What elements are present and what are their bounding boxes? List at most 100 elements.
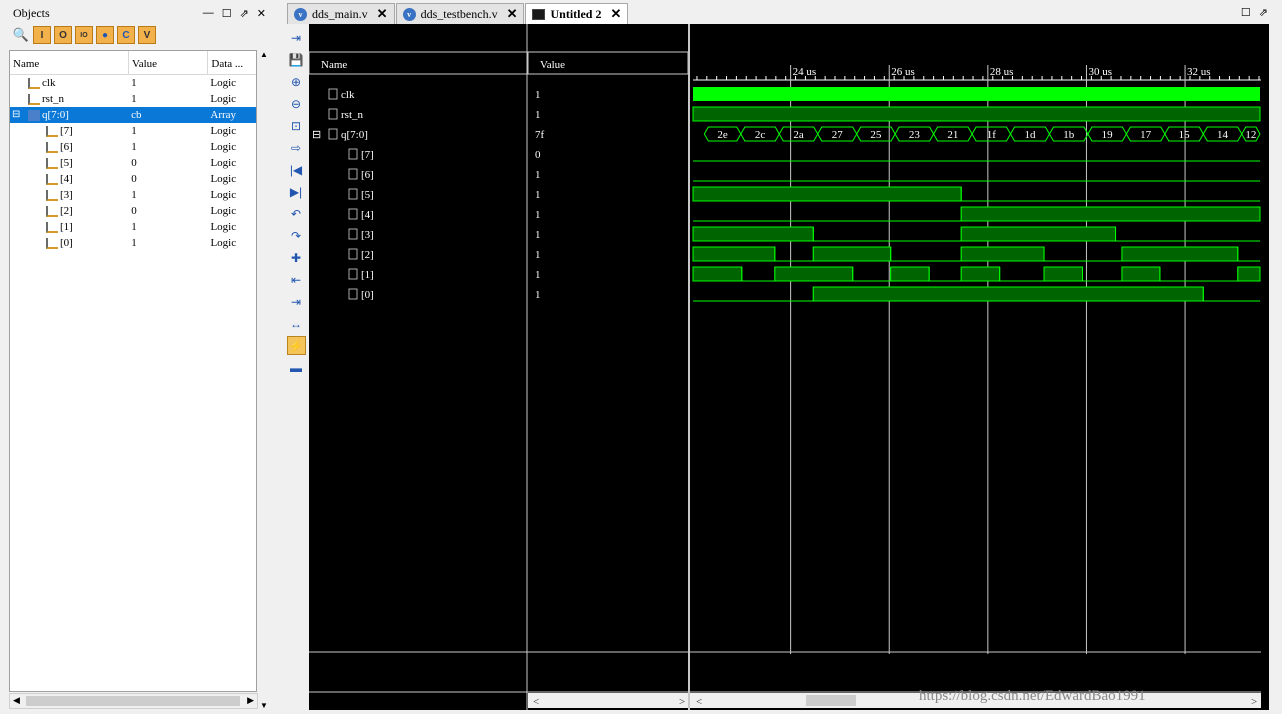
logic-signal-icon	[348, 288, 358, 300]
logic-signal-icon	[46, 141, 58, 153]
ruler-label: 24 us	[793, 66, 817, 78]
maximize-icon[interactable]: ☐	[1241, 6, 1251, 19]
objects-row[interactable]: [3] 1 Logic	[10, 187, 256, 203]
zoom-out-icon[interactable]: ⊖	[287, 94, 306, 113]
collapse-icon[interactable]: ⊟	[12, 109, 20, 120]
tab-dds-testbench-v[interactable]: v dds_testbench.v ✕	[395, 3, 525, 24]
go-to-cursor-icon[interactable]: ⇨	[287, 138, 306, 157]
bus-value-label: 12	[1245, 129, 1256, 141]
wave-signal-value: 1	[535, 89, 541, 101]
close-icon[interactable]: ✕	[257, 7, 266, 20]
inout-icon[interactable]: IO	[75, 26, 93, 44]
objects-row[interactable]: [5] 0 Logic	[10, 155, 256, 171]
previous-transition-icon[interactable]: ↶	[287, 204, 306, 223]
objects-horizontal-scrollbar[interactable]: ◀ ▶	[9, 693, 258, 709]
signal-name: [5]	[60, 157, 73, 169]
wave-signal-value: 1	[535, 249, 541, 261]
column-header-data-type[interactable]: Data ...	[208, 51, 256, 75]
go-to-start-icon[interactable]: |◀	[287, 160, 306, 179]
scrollbar-thumb[interactable]	[26, 696, 240, 706]
logic-signal-icon	[46, 189, 58, 201]
column-header-value[interactable]: Value	[129, 51, 209, 75]
maximize-icon[interactable]: ☐	[222, 7, 232, 20]
logic-signal-icon	[46, 157, 58, 169]
floating-ruler-icon[interactable]: ▬	[287, 358, 306, 377]
objects-toolbar: 🔍 I O IO ● C V	[8, 24, 272, 46]
objects-row[interactable]: clk 1 Logic	[10, 75, 256, 91]
collapse-panel-icon[interactable]: ⇥	[287, 28, 306, 47]
objects-row-name-cell: ⊟ q[7:0]	[10, 109, 129, 121]
tab-dds-main-v[interactable]: v dds_main.v ✕	[287, 3, 395, 24]
wave-signal-name: [1]	[361, 269, 374, 281]
swap-cursors-icon[interactable]: ↔	[287, 314, 306, 333]
float-icon[interactable]: ⇗	[1259, 6, 1268, 19]
objects-row[interactable]: [0] 1 Logic	[10, 235, 256, 251]
signal-data-type: Logic	[210, 221, 237, 233]
objects-row[interactable]: [4] 0 Logic	[10, 171, 256, 187]
search-icon[interactable]: 🔍	[12, 26, 30, 44]
objects-vertical-scrollbar[interactable]: ▲ ▼	[258, 50, 272, 710]
objects-panel-title: Objects	[13, 5, 50, 20]
next-transition-icon[interactable]: ↷	[287, 226, 306, 245]
objects-row-name-cell: [1]	[10, 221, 129, 233]
wave-signal-value: 1	[535, 229, 541, 241]
close-tab-icon[interactable]: ✕	[610, 6, 621, 22]
snap-to-transition-icon[interactable]: ⚡	[286, 336, 306, 355]
bit-high-segment	[1121, 266, 1161, 282]
close-tab-icon[interactable]: ✕	[507, 6, 518, 22]
tab-untitled-2[interactable]: Untitled 2 ✕	[525, 3, 629, 24]
objects-panel: Objects — ☐ ⇗ ✕ 🔍 I O IO ● C V Name Valu…	[0, 0, 275, 714]
logic-signal-icon	[28, 77, 40, 89]
add-marker-icon[interactable]: ✚	[287, 248, 306, 267]
bus-value-label: 1d	[1024, 129, 1036, 141]
objects-row[interactable]: ⊟ q[7:0] cb Array	[10, 107, 256, 123]
variable-icon[interactable]: V	[138, 26, 156, 44]
value-horizontal-scrollbar[interactable]	[528, 693, 688, 708]
zoom-fit-icon[interactable]: ⊡	[287, 116, 306, 135]
minimize-icon[interactable]: —	[203, 7, 214, 20]
signal-data-type: Logic	[210, 77, 237, 89]
logic-signal-icon	[46, 125, 58, 137]
bit-high-segment	[1121, 246, 1239, 262]
objects-row[interactable]: [2] 0 Logic	[10, 203, 256, 219]
objects-row[interactable]: [1] 1 Logic	[10, 219, 256, 235]
objects-row[interactable]: rst_n 1 Logic	[10, 91, 256, 107]
logic-signal-icon	[46, 205, 58, 217]
objects-row[interactable]: [7] 1 Logic	[10, 123, 256, 139]
waveform-canvas[interactable]: Name Value 24 us 26 us 28 us 30 us 32 us clk 1 rs…	[308, 24, 1269, 710]
next-marker-icon[interactable]: ⇥	[287, 292, 306, 311]
output-icon[interactable]: O	[54, 26, 72, 44]
bus-signal-icon	[328, 128, 338, 140]
tab-label: Untitled 2	[550, 6, 602, 21]
objects-row-name-cell: [4]	[10, 173, 129, 185]
constant-icon[interactable]: C	[117, 26, 135, 44]
signal-name: clk	[42, 77, 56, 89]
rst-n-waveform	[692, 106, 1261, 122]
signal-value: 0	[131, 173, 137, 185]
waveform-svg[interactable]: Name Value 24 us 26 us 28 us 30 us 32 us clk 1 rs…	[308, 24, 1269, 710]
objects-table: Name Value Data ... clk 1 Logic rst_n 1 Logic…	[9, 50, 257, 692]
objects-row[interactable]: [6] 1 Logic	[10, 139, 256, 155]
close-tab-icon[interactable]: ✕	[377, 6, 388, 22]
input-icon[interactable]: I	[33, 26, 51, 44]
go-to-end-icon[interactable]: ▶|	[287, 182, 306, 201]
wave-signal-name: [6]	[361, 169, 374, 181]
bit-high-segment	[692, 246, 776, 262]
previous-marker-icon[interactable]: ⇤	[287, 270, 306, 289]
verilog-file-icon: v	[402, 7, 416, 21]
float-icon[interactable]: ⇗	[240, 7, 249, 20]
save-icon[interactable]: 💾	[287, 50, 306, 69]
bus-value-label: 2c	[755, 129, 766, 141]
logic-signal-icon	[348, 188, 358, 200]
signal-value: 1	[131, 237, 137, 249]
bit-high-segment	[812, 246, 892, 262]
waveform-icon	[532, 8, 546, 20]
signal-value: 1	[131, 93, 137, 105]
logic-signal-icon	[348, 208, 358, 220]
internal-icon[interactable]: ●	[96, 26, 114, 44]
column-header-name[interactable]: Name	[10, 51, 130, 75]
scrollbar-thumb[interactable]	[806, 695, 856, 706]
bit-high-segment	[692, 186, 962, 202]
zoom-in-icon[interactable]: ⊕	[287, 72, 306, 91]
bus-signal-icon	[28, 109, 40, 121]
